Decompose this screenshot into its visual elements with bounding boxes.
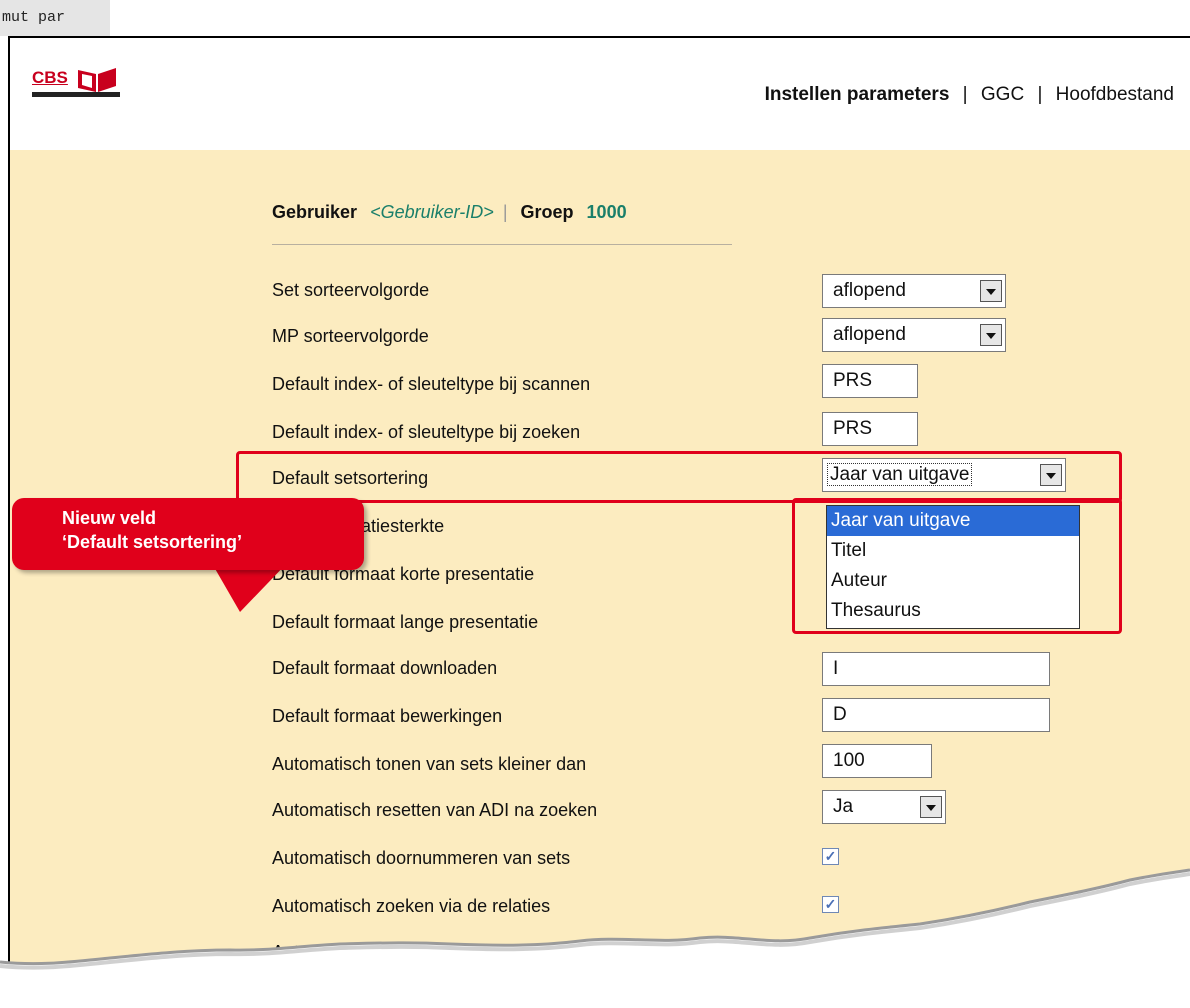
- torn-edge-overlay: [0, 868, 1190, 1008]
